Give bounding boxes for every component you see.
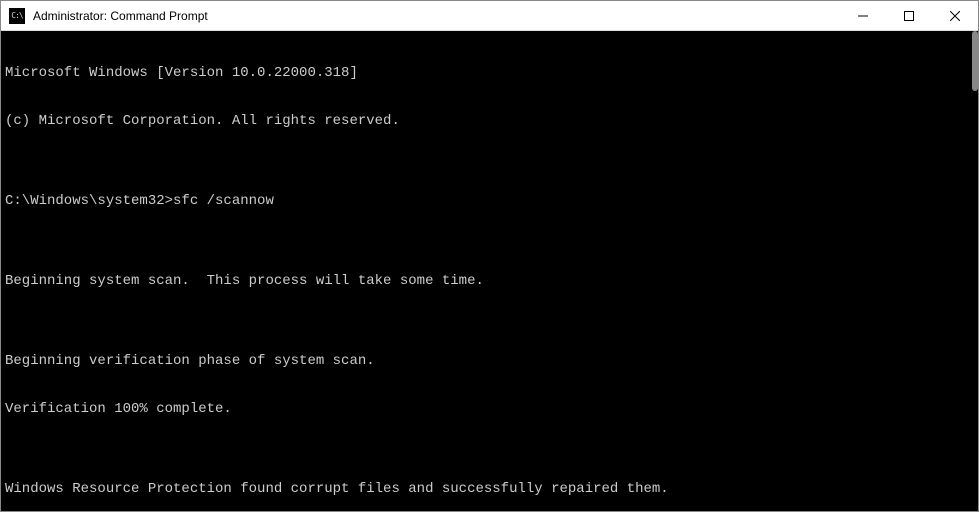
output-line: C:\Windows\system32>sfc /scannow: [5, 193, 974, 209]
cmd-icon: C:\: [9, 8, 25, 24]
maximize-button[interactable]: [886, 1, 932, 30]
window-title: Administrator: Command Prompt: [33, 9, 840, 23]
output-line: Verification 100% complete.: [5, 401, 974, 417]
scrollbar-thumb[interactable]: [972, 31, 978, 91]
output-line: Microsoft Windows [Version 10.0.22000.31…: [5, 65, 974, 81]
minimize-button[interactable]: [840, 1, 886, 30]
command-prompt-window: C:\ Administrator: Command Prompt Micros…: [0, 0, 979, 512]
minimize-icon: [858, 11, 868, 21]
output-line: Windows Resource Protection found corrup…: [5, 481, 974, 497]
output-line: (c) Microsoft Corporation. All rights re…: [5, 113, 974, 129]
output-line: Beginning system scan. This process will…: [5, 273, 974, 289]
window-controls: [840, 1, 978, 30]
output-line: Beginning verification phase of system s…: [5, 353, 974, 369]
maximize-icon: [904, 11, 914, 21]
close-button[interactable]: [932, 1, 978, 30]
titlebar[interactable]: C:\ Administrator: Command Prompt: [1, 1, 978, 31]
terminal-output[interactable]: Microsoft Windows [Version 10.0.22000.31…: [1, 31, 978, 511]
close-icon: [950, 11, 960, 21]
